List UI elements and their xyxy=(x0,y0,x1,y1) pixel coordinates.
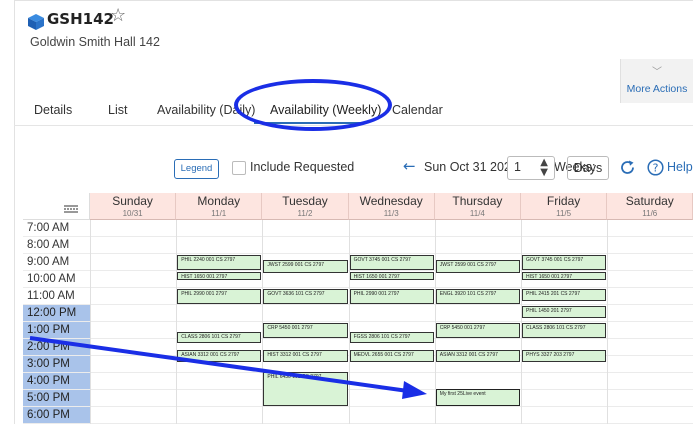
day-gridline xyxy=(90,220,91,424)
event-block[interactable]: MEDVL 2655 001 CS 2797 xyxy=(349,350,434,362)
annotation-circle xyxy=(234,79,392,131)
event-block[interactable]: CLASS 2806 101 CS 2797 xyxy=(177,331,262,344)
day-name: Sunday xyxy=(112,194,153,208)
day-name: Saturday xyxy=(625,194,674,208)
day-name: Thursday xyxy=(452,194,503,208)
hour-gridline xyxy=(90,287,693,288)
hour-gridline xyxy=(90,406,693,407)
refresh-icon[interactable] xyxy=(619,159,636,176)
event-block[interactable]: HIST 3312 001 CS 2797 xyxy=(263,350,348,362)
day-header-tuesday[interactable]: Tuesday 11/2 xyxy=(262,193,349,220)
weekly-grid: Sunday 10/31 Monday 11/1 Tuesday 11/2 Wednesda… xyxy=(23,193,693,424)
tab-list[interactable]: List xyxy=(108,103,127,117)
hour-gridline xyxy=(90,389,693,390)
time-label: 3:00 PM xyxy=(23,356,90,373)
event-block[interactable]: ASIAN 3312 001 CS 2797 xyxy=(177,350,262,362)
tab-details[interactable]: Details xyxy=(34,103,72,117)
event-block[interactable]: JWST 2599 001 CS 2797 xyxy=(435,260,520,274)
time-label: 4:00 PM xyxy=(23,373,90,390)
day-header-saturday[interactable]: Saturday 11/6 xyxy=(607,193,693,220)
event-block[interactable]: FGSS 2806 101 CS 2797 xyxy=(349,331,434,344)
day-date: 11/3 xyxy=(383,209,399,218)
day-gridline xyxy=(348,220,350,424)
column-resize-icon[interactable] xyxy=(63,204,79,214)
room-name: Goldwin Smith Hall 142 xyxy=(30,35,160,49)
include-requested-checkbox[interactable] xyxy=(232,161,246,175)
day-header-friday[interactable]: Friday 11/5 xyxy=(521,193,608,220)
time-label: 12:00 PM xyxy=(23,305,90,322)
event-block[interactable]: PHYS 3327 203 2797 xyxy=(522,350,607,362)
day-name: Wednesday xyxy=(359,194,423,208)
hour-gridline xyxy=(90,253,693,254)
legend-button[interactable]: Legend xyxy=(174,159,219,179)
day-date: 11/2 xyxy=(297,209,313,218)
event-block[interactable]: PHIL 2990 001 2797 xyxy=(177,289,262,304)
day-name: Tuesday xyxy=(282,194,328,208)
chevron-down-icon: ﹀ xyxy=(652,67,662,78)
weeks-stepper[interactable]: 1 ▲ ▼ xyxy=(507,156,555,180)
stepper-arrows-icon[interactable]: ▲ ▼ xyxy=(540,158,548,178)
hour-gridline xyxy=(90,372,693,373)
hour-gridline xyxy=(90,321,693,322)
help-icon[interactable]: ? xyxy=(647,159,664,176)
event-block[interactable]: CRP 5450 001 2797 xyxy=(435,323,520,338)
event-block[interactable]: PHIL 2415 201 CS 2797 xyxy=(522,289,607,301)
time-label: 1:00 PM xyxy=(23,322,90,339)
event-block[interactable]: ENGL 3920 101 CS 2797 xyxy=(435,289,520,304)
time-label: 5:00 PM xyxy=(23,390,90,407)
date-label: Sun Oct 31 2021 xyxy=(424,160,518,174)
time-label: 2:00 PM xyxy=(23,339,90,356)
event-block[interactable]: CLASS 2806 101 CS 2797 xyxy=(522,323,607,338)
more-actions-label: More Actions xyxy=(626,83,688,95)
svg-text:?: ? xyxy=(653,162,659,175)
event-block[interactable]: HIST 1650 001 2797 xyxy=(349,272,434,281)
previous-arrow-icon[interactable]: ← xyxy=(403,157,416,175)
event-block[interactable]: GOVT 3745 001 CS 2797 xyxy=(349,255,434,270)
day-name: Friday xyxy=(546,194,581,208)
day-gridline xyxy=(176,220,178,424)
event-block[interactable]: PHIL 6430 101 CS 2797 xyxy=(263,372,348,406)
room-code: GSH142 xyxy=(47,10,114,28)
event-block[interactable]: HIST 1650 001 2797 xyxy=(522,272,607,281)
day-date: 11/1 xyxy=(211,209,227,218)
day-date: 11/5 xyxy=(556,209,572,218)
event-block[interactable]: PHIL 1450 201 2797 xyxy=(522,306,607,318)
time-label: 10:00 AM xyxy=(23,271,90,288)
hour-gridline xyxy=(90,304,693,305)
grid-corner xyxy=(23,193,90,220)
hour-gridline xyxy=(90,270,693,271)
event-block[interactable]: ASIAN 3312 001 CS 2797 xyxy=(435,350,520,362)
day-date: 11/4 xyxy=(469,209,485,218)
days-button[interactable]: Days xyxy=(567,156,609,180)
include-requested-label: Include Requested xyxy=(250,160,355,174)
day-header-thursday[interactable]: Thursday 11/4 xyxy=(434,193,521,220)
time-label: 9:00 AM xyxy=(23,254,90,271)
star-icon[interactable]: ☆ xyxy=(110,6,126,26)
time-label: 7:00 AM xyxy=(23,220,90,237)
tab-calendar[interactable]: Calendar xyxy=(392,103,443,117)
weeks-value: 1 xyxy=(514,160,521,174)
event-block[interactable]: HIST 1650 001 2797 xyxy=(177,272,262,281)
event-block[interactable]: JWST 2599 001 CS 2797 xyxy=(263,260,348,274)
event-block[interactable]: PHIL 2240 001 CS 2797 xyxy=(177,255,262,270)
day-header-wednesday[interactable]: Wednesday 11/3 xyxy=(348,193,435,220)
time-label: 6:00 PM xyxy=(23,407,90,424)
day-gridline xyxy=(607,220,609,424)
day-header-sunday[interactable]: Sunday 10/31 xyxy=(90,193,177,220)
day-date: 11/6 xyxy=(642,209,658,218)
time-label: 8:00 AM xyxy=(23,237,90,254)
day-gridline xyxy=(521,220,522,424)
time-label: 11:00 AM xyxy=(23,288,90,305)
day-name: Monday xyxy=(197,194,241,208)
help-label[interactable]: Help xyxy=(667,160,693,174)
event-block[interactable]: CRP 5450 001 2797 xyxy=(263,323,348,338)
event-block[interactable]: GOVT 3636 101 CS 2797 xyxy=(263,289,348,304)
day-header-monday[interactable]: Monday 11/1 xyxy=(176,193,263,220)
my-event-block[interactable]: My first 25Live event xyxy=(435,389,520,406)
hour-gridline xyxy=(90,236,693,237)
cube-icon xyxy=(28,14,44,30)
event-block[interactable]: PHIL 2990 001 2797 xyxy=(349,289,434,304)
day-date: 10/31 xyxy=(122,209,143,218)
event-block[interactable]: GOVT 3745 001 CS 2797 xyxy=(522,255,607,270)
